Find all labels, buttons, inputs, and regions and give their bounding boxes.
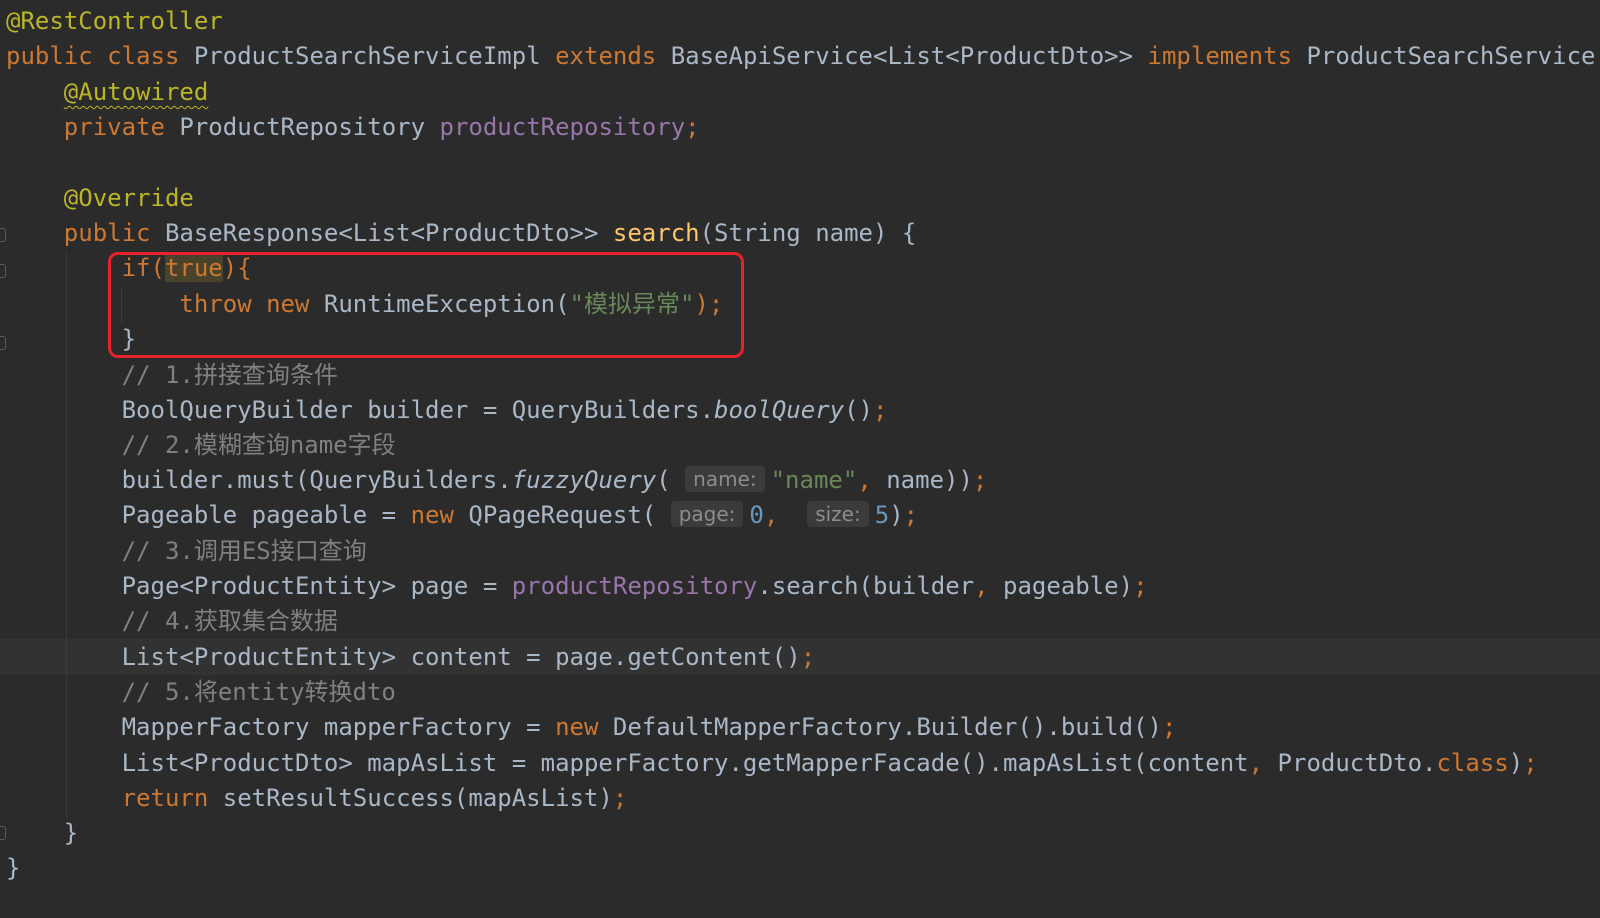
code-line-22[interactable]: List<ProductDto> mapAsList = mapperFacto… [6, 745, 1538, 781]
mapper-factory-decl: MapperFactory mapperFactory = [121, 713, 556, 741]
qpage-request: QPageRequest( [468, 501, 657, 529]
semicolon: ; [1523, 749, 1538, 777]
set-result-call: setResultSuccess(mapAsList) [208, 784, 613, 812]
comment-5: // 5.将entity转换dto [121, 678, 396, 706]
comma: , [974, 572, 989, 600]
code-line-3[interactable]: @Autowired [6, 74, 209, 110]
param-hint-page: page: [670, 501, 744, 527]
keyword-public: public [63, 219, 151, 247]
annotation-rest-controller: @RestController [6, 7, 223, 35]
base-api-type: BaseApiService<List<ProductDto>> [670, 42, 1134, 70]
bool-builder-decl: BoolQueryBuilder builder = QueryBuilders… [121, 396, 715, 424]
code-line-20[interactable]: // 5.将entity转换dto [6, 674, 396, 710]
keyword-public: public [6, 42, 93, 70]
string-name: "name" [770, 466, 858, 494]
number-zero: 0 [749, 501, 764, 529]
annotation-autowired: @Autowired [63, 78, 209, 106]
semicolon: ; [685, 113, 700, 141]
paren-open: ( [656, 466, 671, 494]
code-line-14[interactable]: builder.must(QueryBuilders.fuzzyQuery( n… [6, 462, 987, 498]
keyword-implements: implements [1147, 42, 1293, 70]
code-line-19[interactable]: List<ProductEntity> content = page.getCo… [6, 639, 816, 675]
repository-field: productRepository [439, 113, 686, 141]
code-line-13[interactable]: // 2.模糊查询name字段 [6, 427, 396, 463]
semicolon: ; [872, 396, 888, 424]
comment-4: // 4.获取集合数据 [121, 607, 338, 635]
param-hint-size: size: [807, 501, 869, 527]
product-dto-ref: ProductDto. [1263, 749, 1437, 777]
code-line-6[interactable]: @Override [6, 180, 194, 216]
keyword-extends: extends [555, 42, 657, 70]
number-five: 5 [874, 501, 890, 529]
pageable-close: pageable) [988, 572, 1134, 600]
annotation-override: @Override [63, 184, 194, 212]
comment-1: // 1.拼接查询条件 [121, 361, 338, 389]
keyword-private: private [63, 113, 165, 141]
class-name: ProductSearchServiceImpl [193, 42, 541, 70]
code-line-18[interactable]: // 4.获取集合数据 [6, 603, 338, 639]
content-decl: List<ProductEntity> content = page.getCo… [121, 643, 801, 671]
method-brace-close: } [63, 819, 79, 847]
method-fuzzy-query: fuzzyQuery [511, 466, 657, 494]
method-params: (String name) { [699, 219, 917, 247]
method-search: search [612, 219, 700, 247]
return-type: BaseResponse<List<ProductDto>> [164, 219, 599, 247]
comma: , [857, 466, 872, 494]
paren-close: ) [1508, 749, 1524, 777]
default-mapper-build: DefaultMapperFactory.Builder().build() [612, 713, 1162, 741]
semicolon: ; [1161, 713, 1177, 741]
must-call: builder.must(QueryBuilders. [121, 466, 512, 494]
code-line-2[interactable]: public class ProductSearchServiceImpl ex… [6, 38, 1600, 74]
map-as-list-decl: List<ProductDto> mapAsList = mapperFacto… [121, 749, 1249, 777]
comma: , [763, 501, 779, 529]
keyword-return: return [121, 784, 209, 812]
pageable-decl: Pageable pageable = [121, 501, 411, 529]
keyword-class: class [1436, 749, 1509, 777]
comment-3: // 3.调用ES接口查询 [121, 537, 367, 565]
page-decl: Page<ProductEntity> page = [121, 572, 512, 600]
method-bool-query: boolQuery [714, 396, 845, 424]
code-line-1[interactable]: @RestController [6, 3, 223, 39]
name-arg-close: name)) [871, 466, 973, 494]
search-call: .search(builder [757, 572, 975, 600]
code-line-21[interactable]: MapperFactory mapperFactory = new Defaul… [6, 709, 1177, 745]
code-line-7[interactable]: public BaseResponse<List<ProductDto>> se… [6, 215, 917, 251]
code-line-25[interactable]: } [6, 850, 20, 886]
semicolon: ; [1133, 572, 1148, 600]
semicolon: ; [903, 501, 919, 529]
comma: , [1248, 749, 1264, 777]
repository-field: productRepository [511, 572, 758, 600]
semicolon: ; [800, 643, 816, 671]
code-line-4[interactable]: private ProductRepository productReposit… [6, 109, 700, 145]
semicolon: ; [972, 466, 988, 494]
repository-type: ProductRepository [179, 113, 426, 141]
red-highlight-box [108, 252, 744, 358]
class-brace-close: } [6, 854, 21, 882]
comment-2: // 2.模糊查询name字段 [121, 431, 396, 459]
code-line-12[interactable]: BoolQueryBuilder builder = QueryBuilders… [6, 392, 888, 428]
code-line-16[interactable]: // 3.调用ES接口查询 [6, 533, 367, 569]
code-line-11[interactable]: // 1.拼接查询条件 [6, 357, 338, 393]
code-line-15[interactable]: Pageable pageable = new QPageRequest( pa… [6, 497, 918, 533]
keyword-new: new [410, 501, 454, 529]
interface-name: ProductSearchService { [1306, 42, 1600, 70]
keyword-class: class [107, 42, 180, 70]
code-line-24[interactable]: } [6, 815, 78, 851]
paren-close: ) [889, 501, 904, 529]
empty-parens: () [844, 396, 873, 424]
keyword-new: new [555, 713, 599, 741]
param-hint-name: name: [685, 466, 765, 492]
code-line-23[interactable]: return setResultSuccess(mapAsList); [6, 780, 628, 816]
code-line-17[interactable]: Page<ProductEntity> page = productReposi… [6, 568, 1148, 604]
semicolon: ; [612, 784, 628, 812]
code-editor[interactable]: @RestController public class ProductSear… [0, 0, 1600, 918]
